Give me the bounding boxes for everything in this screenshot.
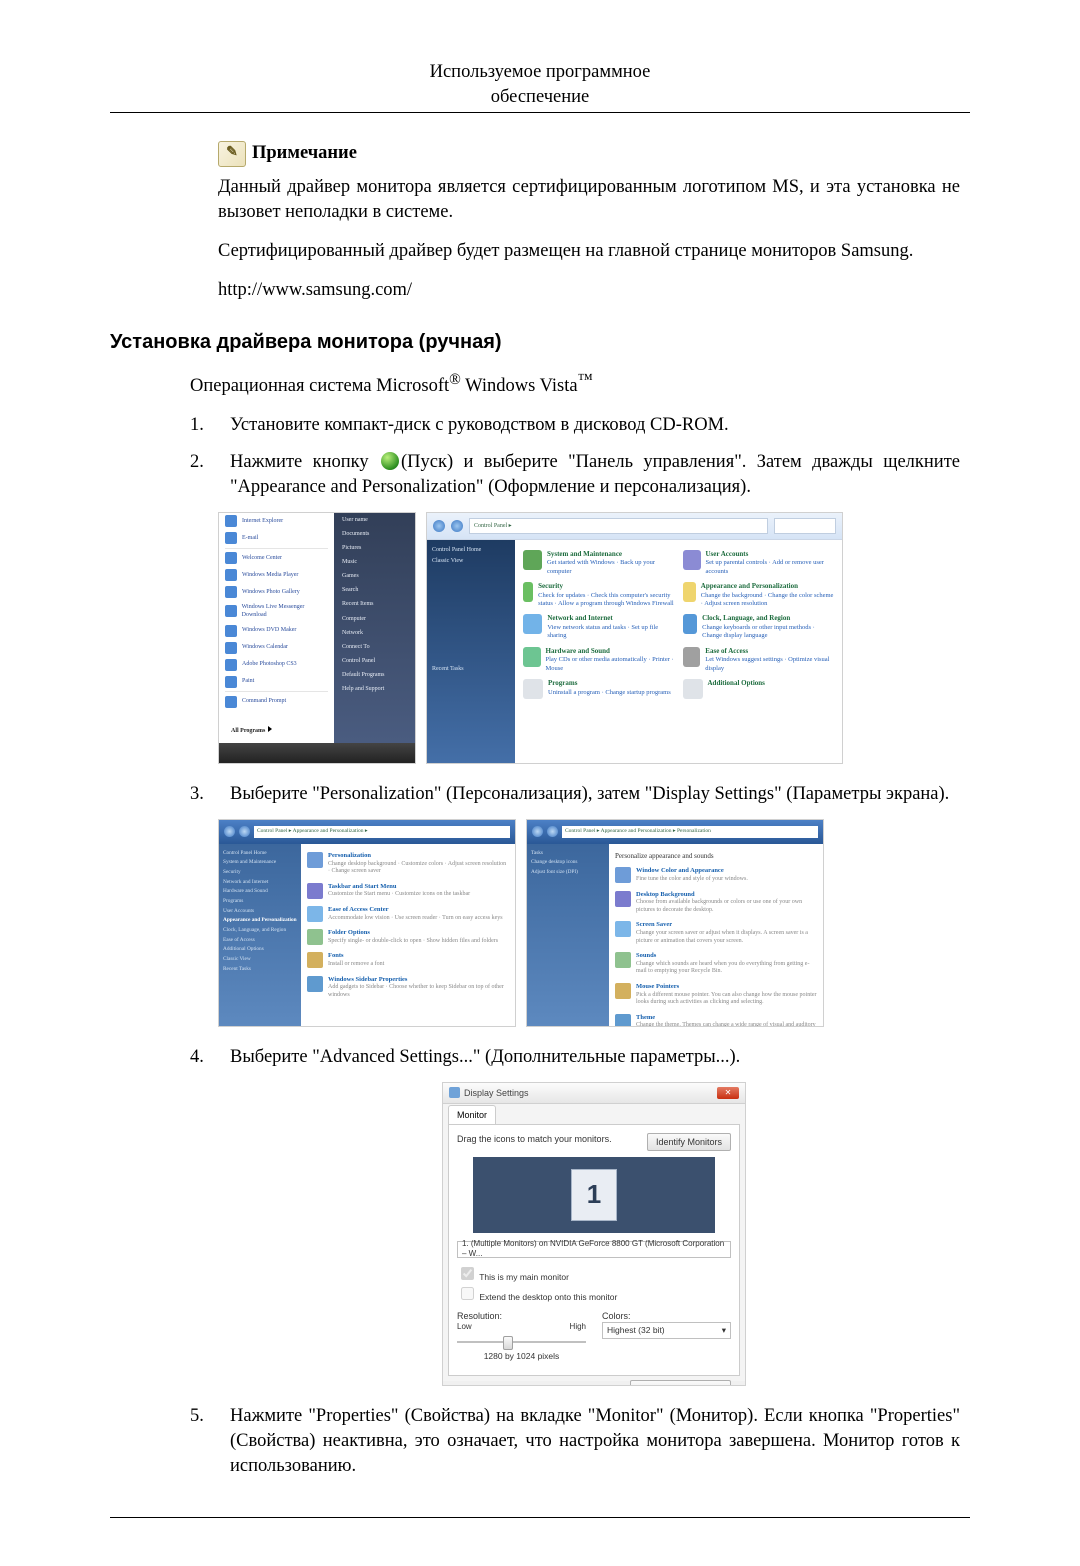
search-box xyxy=(774,518,836,534)
step-1-text: Установите компакт-диск с руководством в… xyxy=(230,413,960,438)
chevron-down-icon: ▾ xyxy=(722,1325,726,1336)
steps-list-4: 4. Выберите "Advanced Settings..." (Допо… xyxy=(190,1045,960,1070)
step-2: 2. Нажмите кнопку (Пуск) и выберите "Пан… xyxy=(190,450,960,500)
nav-fwd-icon xyxy=(239,826,250,837)
note-p3: http://www.samsung.com/ xyxy=(218,278,960,303)
steps-list-3: 3. Выберите "Personalization" (Персонали… xyxy=(190,782,960,807)
nav-back-icon xyxy=(532,826,543,837)
cancel-button[interactable]: Cancel xyxy=(647,1385,693,1386)
ok-button[interactable]: OK xyxy=(611,1385,642,1386)
resolution-slider[interactable] xyxy=(457,1335,586,1349)
note-p2: Сертифицированный драйвер будет размещен… xyxy=(218,239,960,264)
resolution-label: Resolution: xyxy=(457,1311,502,1321)
step-5: 5. Нажмите "Properties" (Свойства) на вк… xyxy=(190,1404,960,1479)
page-footer xyxy=(110,1517,970,1526)
extend-checkbox[interactable]: Extend the desktop onto this monitor xyxy=(457,1284,731,1303)
step-2-text: Нажмите кнопку (Пуск) и выберите "Панель… xyxy=(230,450,960,500)
page-header: Используемое программное обеспечение xyxy=(110,60,970,113)
note-title: Примечание xyxy=(252,141,357,166)
step-3-text: Выберите "Personalization" (Персонализац… xyxy=(230,782,960,807)
steps-list-5: 5. Нажмите "Properties" (Свойства) на вк… xyxy=(190,1404,960,1479)
colors-label: Colors: xyxy=(602,1311,631,1321)
nav-back-icon xyxy=(433,520,445,532)
control-panel-screenshot: Control Panel ▸ Control Panel HomeClassi… xyxy=(426,512,843,764)
apply-button[interactable]: Apply xyxy=(698,1385,739,1386)
nav-back-icon xyxy=(224,826,235,837)
step4-screenshots: Display Settings ✕ Monitor Drag the icon… xyxy=(218,1082,970,1386)
nav-fwd-icon xyxy=(451,520,463,532)
note-title-row: ✎ Примечание xyxy=(218,141,960,167)
appearance-screenshot: Control Panel ▸ Appearance and Personali… xyxy=(218,819,516,1027)
header-line1: Используемое программное xyxy=(430,62,651,82)
device-dropdown[interactable]: 1. (Multiple Monitors) on NVIDIA GeForce… xyxy=(457,1241,731,1258)
colors-dropdown[interactable]: Highest (32 bit)▾ xyxy=(602,1322,731,1339)
addr-bar: Control Panel ▸ xyxy=(469,518,768,534)
monitor-preview: 1 xyxy=(473,1157,714,1233)
step3-screenshots: Control Panel ▸ Appearance and Personali… xyxy=(218,819,970,1027)
section-title: Установка драйвера монитора (ручная) xyxy=(110,329,970,356)
main-monitor-checkbox[interactable]: This is my main monitor xyxy=(457,1264,731,1283)
drag-label: Drag the icons to match your monitors. xyxy=(457,1133,612,1145)
note-block: ✎ Примечание Данный драйвер монитора явл… xyxy=(218,141,960,303)
tab-monitor[interactable]: Monitor xyxy=(448,1105,496,1124)
resolution-value: 1280 by 1024 pixels xyxy=(457,1351,586,1362)
monitor-1[interactable]: 1 xyxy=(571,1169,617,1221)
note-icon: ✎ xyxy=(218,141,246,167)
personalization-screenshot: Control Panel ▸ Appearance and Personali… xyxy=(526,819,824,1027)
dialog-icon xyxy=(449,1087,460,1098)
os-line: Операционная система Microsoft® Windows … xyxy=(190,370,970,399)
step2-screenshots: Internet ExplorerE-mailWelcome CenterWin… xyxy=(218,512,970,764)
step-1: 1. Установите компакт-диск с руководство… xyxy=(190,413,960,438)
step-4-text: Выберите "Advanced Settings..." (Дополни… xyxy=(230,1045,960,1070)
start-menu-screenshot: Internet ExplorerE-mailWelcome CenterWin… xyxy=(218,512,416,764)
close-icon[interactable]: ✕ xyxy=(717,1087,739,1099)
nav-fwd-icon xyxy=(547,826,558,837)
identify-button[interactable]: Identify Monitors xyxy=(647,1133,731,1151)
display-settings-dialog: Display Settings ✕ Monitor Drag the icon… xyxy=(442,1082,746,1386)
header-line2: обеспечение xyxy=(491,87,589,107)
start-icon xyxy=(381,452,399,470)
steps-list: 1. Установите компакт-диск с руководство… xyxy=(190,413,960,500)
step-3: 3. Выберите "Personalization" (Персонали… xyxy=(190,782,960,807)
step-4: 4. Выберите "Advanced Settings..." (Допо… xyxy=(190,1045,960,1070)
step-5-text: Нажмите "Properties" (Свойства) на вклад… xyxy=(230,1404,960,1479)
dialog-title: Display Settings xyxy=(464,1087,529,1099)
note-p1: Данный драйвер монитора является сертифи… xyxy=(218,175,960,225)
